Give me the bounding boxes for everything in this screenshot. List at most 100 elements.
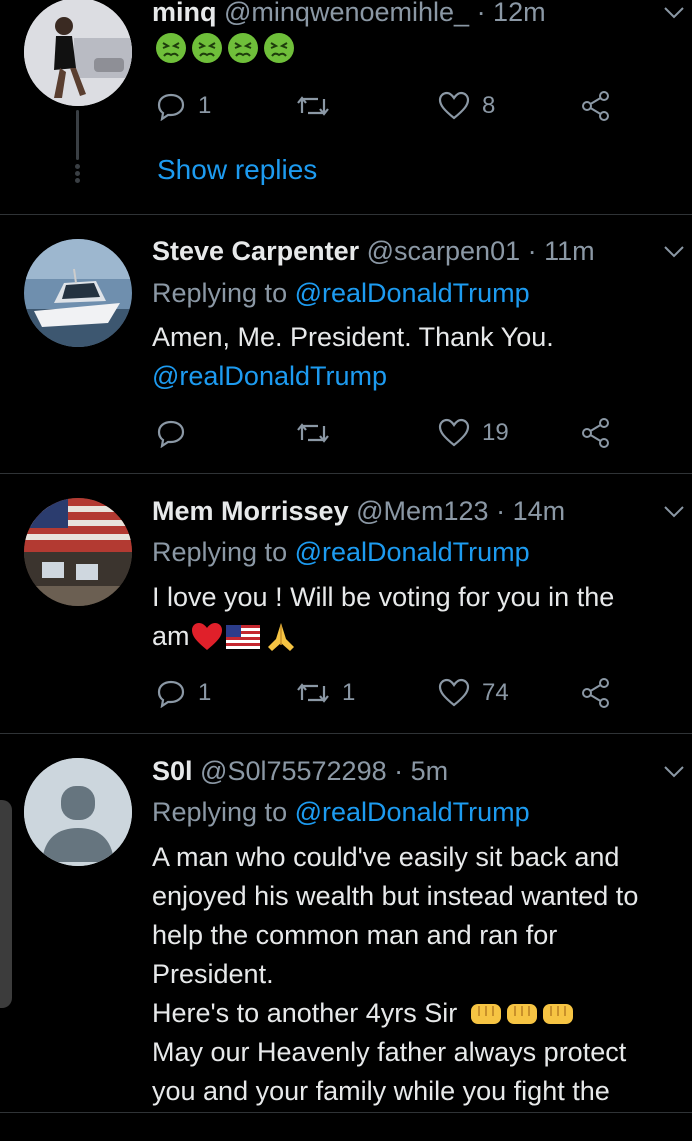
share-button[interactable] xyxy=(580,86,612,126)
display-name[interactable]: Steve Carpenter xyxy=(152,236,359,266)
fist-emoji xyxy=(471,1003,502,1024)
tweet-minq[interactable]: minq @minqwenoemihle_ · 12m 1 8 Show rep… xyxy=(0,0,692,215)
retweet-button[interactable] xyxy=(296,413,342,453)
avatar[interactable] xyxy=(24,758,132,866)
reply-count: 1 xyxy=(198,92,212,119)
share-icon xyxy=(582,678,609,708)
reply-icon xyxy=(157,420,185,448)
thread-dot xyxy=(75,178,80,183)
like-button[interactable]: 19 xyxy=(438,413,509,453)
tweet-text-line: Here's to another 4yrs Sir xyxy=(152,998,458,1028)
display-name[interactable]: minq xyxy=(152,0,217,27)
like-icon xyxy=(438,91,470,120)
divider xyxy=(0,1112,692,1113)
timestamp[interactable]: · 12m xyxy=(477,0,546,27)
handle[interactable]: @scarpen01 xyxy=(367,236,521,266)
replying-to-label: Replying to xyxy=(152,278,288,308)
share-icon xyxy=(582,91,609,121)
reply-icon xyxy=(157,93,185,121)
retweet-count: 1 xyxy=(342,679,356,706)
reply-button[interactable] xyxy=(156,413,198,453)
tweet-header: S0l @S0l75572298 · 5m xyxy=(152,753,692,789)
tweet-header: Steve Carpenter @scarpen01 · 11m xyxy=(152,233,692,269)
chevron-down-icon[interactable] xyxy=(662,0,686,24)
like-button[interactable]: 74 xyxy=(438,673,509,713)
us-flag-emoji xyxy=(225,624,260,649)
emoji-row xyxy=(155,32,295,64)
replying-to: Replying to @realDonaldTrump xyxy=(152,275,530,311)
tweet-steve-carpenter[interactable]: Steve Carpenter @scarpen01 · 11m Replyin… xyxy=(0,215,692,474)
like-count: 74 xyxy=(482,679,509,706)
tweet-text: A man who could've easily sit back and e… xyxy=(152,838,692,1111)
tweet-actions: 19 xyxy=(152,413,622,453)
tweet-text-line: help the common man and ran for xyxy=(152,920,558,950)
reply-button[interactable]: 1 xyxy=(156,673,211,713)
tweet-text: I love you ! Will be voting for you in t… xyxy=(152,578,692,656)
replying-to-mention[interactable]: @realDonaldTrump xyxy=(295,278,530,308)
retweet-icon xyxy=(297,423,329,443)
like-count: 8 xyxy=(482,92,496,119)
reply-icon xyxy=(157,680,185,708)
tweet-mem-morrissey[interactable]: Mem Morrissey @Mem123 · 14m Replying to … xyxy=(0,474,692,734)
fist-emoji xyxy=(543,1003,574,1024)
like-button[interactable]: 8 xyxy=(438,86,495,126)
chevron-down-icon[interactable] xyxy=(662,499,686,523)
avatar-photo xyxy=(24,239,132,347)
display-name[interactable]: S0l xyxy=(152,756,193,786)
avatar[interactable] xyxy=(24,239,132,347)
replying-to-mention[interactable]: @realDonaldTrump xyxy=(295,537,530,567)
retweet-button[interactable] xyxy=(296,86,342,126)
sick-face-emoji xyxy=(192,33,222,63)
replying-to: Replying to @realDonaldTrump xyxy=(152,794,530,830)
share-button[interactable] xyxy=(580,673,612,713)
heart-emoji xyxy=(191,622,222,650)
sick-face-emoji xyxy=(228,33,258,63)
replying-to-mention[interactable]: @realDonaldTrump xyxy=(295,797,530,827)
thread-dot xyxy=(75,171,80,176)
tweet-text-line: President. xyxy=(152,959,274,989)
timestamp[interactable]: · 14m xyxy=(496,496,565,526)
tweet-text-fragment: am xyxy=(152,621,190,651)
timestamp[interactable]: · 5m xyxy=(394,756,448,786)
handle[interactable]: @minqwenoemihle_ xyxy=(224,0,469,27)
like-count: 19 xyxy=(482,419,509,446)
thread-dot xyxy=(75,164,80,169)
tweet-s0l[interactable]: S0l @S0l75572298 · 5m Replying to @realD… xyxy=(0,734,692,1141)
avatar[interactable] xyxy=(24,0,132,106)
sick-face-emoji xyxy=(156,33,186,63)
chevron-down-icon[interactable] xyxy=(662,759,686,783)
tweet-text-line: May our Heavenly father always protect xyxy=(152,1037,627,1067)
show-replies-link[interactable]: Show replies xyxy=(157,152,317,188)
reply-button[interactable]: 1 xyxy=(156,86,211,126)
retweet-icon xyxy=(297,683,329,703)
share-icon xyxy=(582,418,609,448)
tweet-text: Amen, Me. President. Thank You. @realDon… xyxy=(152,318,692,396)
like-icon xyxy=(438,418,470,447)
timestamp[interactable]: · 11m xyxy=(528,236,595,266)
sick-face-emoji xyxy=(264,33,294,63)
chevron-down-icon[interactable] xyxy=(662,239,686,263)
replying-to: Replying to @realDonaldTrump xyxy=(152,534,530,570)
praying-hands-emoji xyxy=(267,622,294,651)
tweet-text-line: enjoyed his wealth but instead wanted to xyxy=(152,881,639,911)
share-button[interactable] xyxy=(580,413,612,453)
avatar-photo xyxy=(24,0,132,106)
replying-to-label: Replying to xyxy=(152,797,288,827)
avatar[interactable] xyxy=(24,498,132,606)
fist-emoji xyxy=(507,1003,538,1024)
avatar-photo xyxy=(24,498,132,606)
drawer-edge-handle[interactable] xyxy=(0,800,12,1008)
display-name[interactable]: Mem Morrissey xyxy=(152,496,349,526)
reply-count: 1 xyxy=(198,679,212,706)
tweet-text-line: Amen, Me. President. Thank You. xyxy=(152,322,554,352)
thread-line xyxy=(76,110,79,160)
tweet-mention[interactable]: @realDonaldTrump xyxy=(152,357,692,396)
handle[interactable]: @Mem123 xyxy=(356,496,488,526)
retweet-button[interactable]: 1 xyxy=(296,673,355,713)
tweet-text-line-emoji: Here's to another 4yrs Sir xyxy=(152,994,692,1033)
tweet-header: Mem Morrissey @Mem123 · 14m xyxy=(152,493,692,529)
tweet-actions: 1 1 74 xyxy=(152,673,622,713)
retweet-icon xyxy=(297,96,329,116)
tweet-actions: 1 8 xyxy=(152,86,622,126)
handle[interactable]: @S0l75572298 xyxy=(200,756,387,786)
